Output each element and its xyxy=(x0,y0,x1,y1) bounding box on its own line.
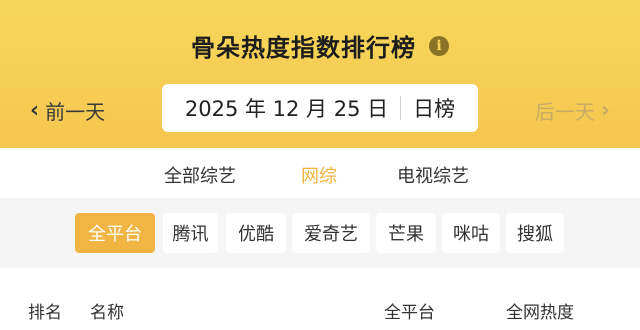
platform-chip-youku[interactable]: 优酷 xyxy=(226,213,286,253)
platform-chip-all[interactable]: 全平台 xyxy=(75,213,155,253)
chevron-left-icon: ‹ xyxy=(30,98,40,123)
title-row: 骨朵热度指数排行榜 i xyxy=(0,28,640,64)
header-banner: 骨朵热度指数排行榜 i ‹ 前一天 2025 年 12 月 25 日 日榜 后一… xyxy=(0,0,640,148)
info-icon[interactable]: i xyxy=(429,35,450,56)
page-title: 骨朵热度指数排行榜 xyxy=(190,34,416,62)
platform-chip-migu[interactable]: 咪咕 xyxy=(442,213,500,253)
column-heat: 全网热度 xyxy=(506,303,574,323)
next-day-label: 后一天 xyxy=(534,100,595,124)
category-tabs: 全部综艺 网综 电视综艺 xyxy=(0,148,640,198)
prev-day-label: 前一天 xyxy=(45,100,106,124)
tab-tv-variety[interactable]: 电视综艺 xyxy=(397,162,469,188)
platform-chip-iqiyi[interactable]: 爱奇艺 xyxy=(292,213,370,253)
tab-all-variety[interactable]: 全部综艺 xyxy=(164,162,236,188)
column-rank: 排名 xyxy=(28,303,62,323)
date-text: 2025 年 12 月 25 日 xyxy=(184,97,389,121)
tab-web-variety[interactable]: 网综 xyxy=(301,162,337,188)
prev-day-button[interactable]: ‹ 前一天 xyxy=(24,96,105,125)
platform-filter: 全平台 腾讯 优酷 爱奇艺 芒果 咪咕 搜狐 xyxy=(0,198,640,268)
column-platform: 全平台 xyxy=(384,303,435,323)
table-header: 排名 名称 全平台 全网热度 xyxy=(0,268,640,330)
date-picker[interactable]: 2025 年 12 月 25 日 日榜 xyxy=(162,84,478,132)
chevron-right-icon: › xyxy=(600,98,610,123)
date-divider xyxy=(400,96,402,120)
date-navigator: ‹ 前一天 2025 年 12 月 25 日 日榜 后一天 › xyxy=(0,84,640,132)
platform-chip-mango[interactable]: 芒果 xyxy=(376,213,436,253)
period-label: 日榜 xyxy=(413,97,456,121)
next-day-button[interactable]: 后一天 › xyxy=(535,96,616,125)
column-name: 名称 xyxy=(90,303,124,323)
platform-chip-tencent[interactable]: 腾讯 xyxy=(163,213,218,253)
platform-chip-sohu[interactable]: 搜狐 xyxy=(506,213,564,253)
